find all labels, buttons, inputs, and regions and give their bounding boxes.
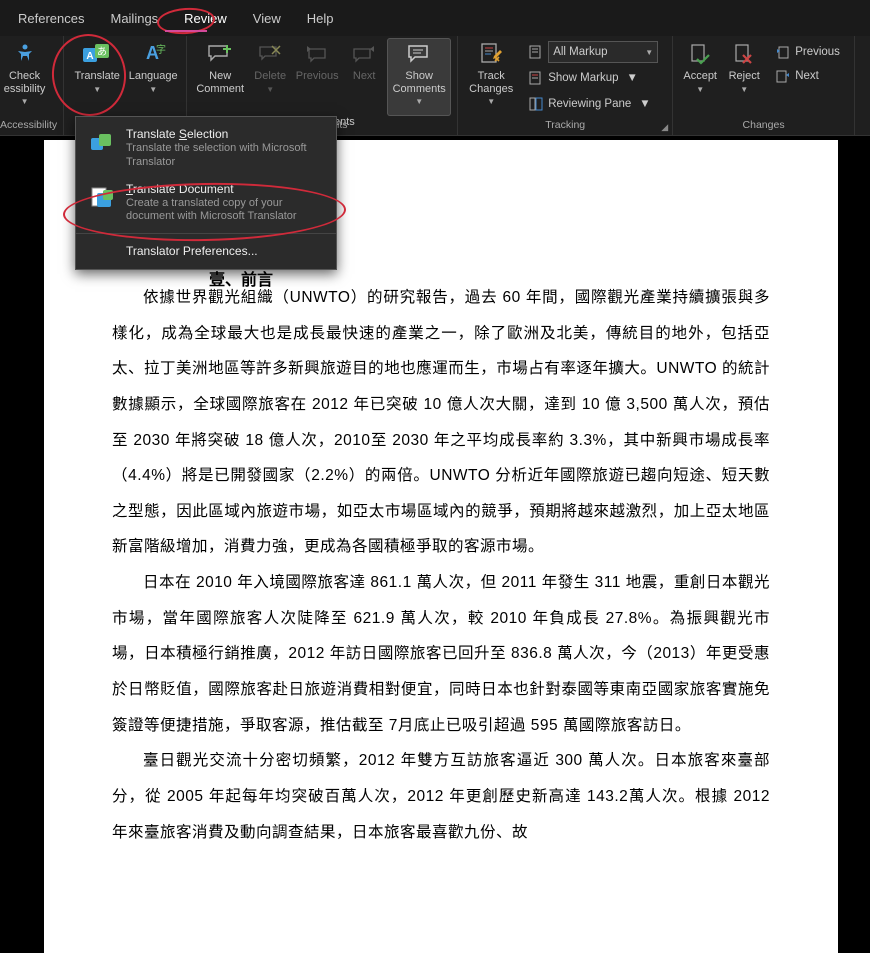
translate-label: Translate [74,70,119,83]
group-tracking-label: Tracking [545,119,585,133]
svg-text:字: 字 [156,43,166,56]
show-markup-icon [528,70,544,86]
previous-change-label: Previous [795,46,840,58]
translate-document-title: Translate Document [126,182,324,196]
chevron-down-icon: ▼ [149,85,157,94]
markup-dropdown-row[interactable]: All Markup ▼ [524,40,662,64]
previous-comment-label: Previous [296,70,339,83]
svg-text:A: A [87,51,94,62]
accept-icon [684,40,716,68]
translate-icon: Aあ [81,40,113,68]
delete-label: Delete [254,70,286,83]
reviewing-pane-button[interactable]: Reviewing Pane ▼ [524,92,662,116]
paragraph-3: 臺日觀光交流十分密切頻繁，2012 年雙方互訪旅客逼近 300 萬人次。日本旅客… [112,743,770,850]
markup-dropdown-value: All Markup [553,46,607,58]
paragraph-2: 日本在 2010 年入境國際旅客達 861.1 萬人次，但 2011 年發生 3… [112,565,770,743]
reject-button[interactable]: Reject ▼ [723,38,765,116]
previous-change-button[interactable]: Previous [771,40,844,64]
reviewing-pane-icon [528,96,544,112]
chevron-down-icon: ▼ [93,85,101,94]
tab-view[interactable]: View [241,5,293,32]
group-comments-label-fragment: ents [334,116,355,128]
translate-selection-title: Translate Selection [126,127,324,141]
show-comments-label: Show Comments [393,70,446,95]
next-change-icon [775,68,791,84]
reviewing-pane-label: Reviewing Pane [548,98,631,110]
tab-review[interactable]: Review [172,5,239,32]
chevron-down-icon: ▼ [740,85,748,94]
track-changes-icon [475,40,507,68]
tracking-launcher[interactable]: ◢ [661,122,668,133]
markup-icon [528,44,544,60]
translate-selection-icon [88,129,116,157]
next-comment-button: Next [343,38,385,116]
previous-change-icon [775,44,791,60]
next-comment-icon [348,40,380,68]
tab-mailings[interactable]: Mailings [98,5,170,32]
accessibility-icon [9,40,41,68]
check-accessibility-label: Check essibility [4,70,46,95]
chevron-down-icon: ▼ [415,97,423,106]
previous-comment-icon [301,40,333,68]
tab-references[interactable]: References [6,5,96,32]
language-button[interactable]: A字 Language ▼ [126,38,180,116]
translate-document-desc: Create a translated copy of your documen… [126,197,324,225]
next-change-label: Next [795,70,819,82]
translate-selection-item[interactable]: Translate Selection Translate the select… [76,121,336,176]
track-changes-button[interactable]: Track Changes ▼ [464,38,518,116]
translate-document-item[interactable]: Translate Document Create a translated c… [76,176,336,231]
check-accessibility-button[interactable]: Check essibility ▼ [1,38,49,116]
reject-label: Reject [729,70,760,83]
show-markup-button[interactable]: Show Markup ▼ [524,66,662,90]
previous-comment-button: Previous [293,38,341,116]
track-changes-label: Track Changes [469,70,513,95]
next-comment-label: Next [353,70,376,83]
next-change-button[interactable]: Next [771,64,844,88]
new-comment-icon [204,40,236,68]
markup-dropdown[interactable]: All Markup ▼ [548,41,658,63]
delete-comment-button: Delete ▼ [249,38,291,116]
translate-selection-desc: Translate the selection with Microsoft T… [126,142,324,170]
group-changes-label: Changes [743,119,785,133]
tab-help[interactable]: Help [295,5,346,32]
new-comment-button[interactable]: New Comment [193,38,247,116]
reject-icon [728,40,760,68]
show-comments-button[interactable]: Show Comments ▼ [387,38,451,116]
paragraph-1: 依據世界觀光組織（UNWTO）的研究報告，過去 60 年間，國際觀光產業持續擴張… [112,280,770,565]
group-accessibility-label: Accessibility [0,119,57,133]
tab-review-underline [165,30,207,32]
chevron-down-icon: ▼ [487,97,495,106]
accept-label: Accept [683,70,717,83]
language-icon: A字 [137,40,169,68]
translate-document-icon [88,184,116,212]
show-markup-label: Show Markup [548,72,618,84]
chevron-down-icon: ▼ [645,48,653,57]
chevron-down-icon: ▼ [266,85,274,94]
translate-button[interactable]: Aあ Translate ▼ [70,38,124,116]
menu-separator [76,233,336,234]
show-comments-icon [403,40,435,68]
language-label: Language [129,70,178,83]
translator-preferences-item[interactable]: Translator Preferences... [76,237,336,265]
chevron-down-icon: ▼ [696,85,704,94]
chevron-down-icon: ▼ [21,97,29,106]
chevron-down-icon: ▼ [639,98,650,110]
svg-text:あ: あ [97,46,107,58]
new-comment-label: New Comment [196,70,244,95]
delete-comment-icon [254,40,286,68]
chevron-down-icon: ▼ [627,72,638,84]
translate-dropdown-menu: Translate Selection Translate the select… [75,116,337,270]
accept-button[interactable]: Accept ▼ [679,38,721,116]
